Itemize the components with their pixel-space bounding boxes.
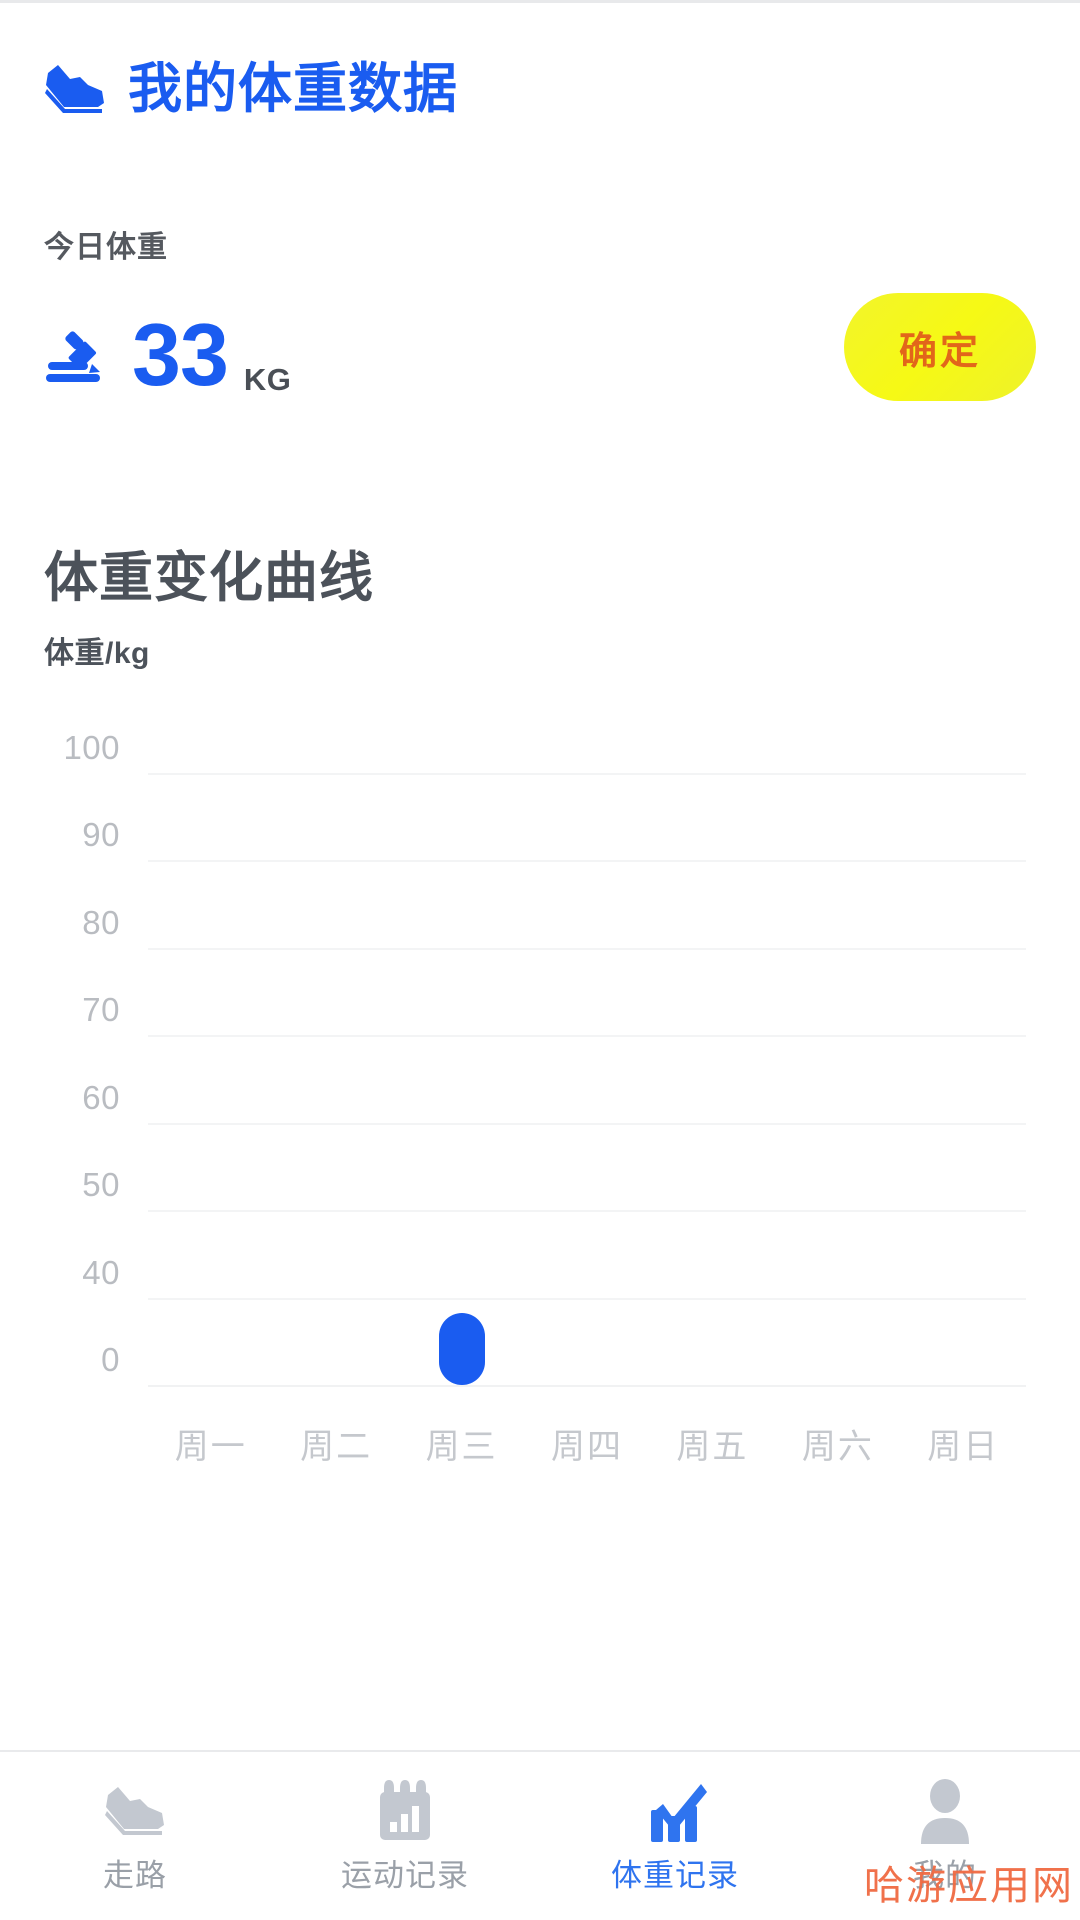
chart-y-tick-label: 60 [82,1078,120,1116]
weight-value: 33 [132,305,229,404]
person-icon [917,1776,973,1846]
chart-gridline [148,1385,1026,1387]
chart-title: 体重变化曲线 [44,548,374,608]
chart-y-tick-label: 100 [63,729,120,766]
chart-x-tick-label: 周五 [676,1428,749,1466]
page-header: 我的体重数据 [44,62,458,116]
chart-gridline [148,860,1026,863]
chart-x-tick-label: 周六 [801,1428,874,1466]
tab-label: 运动记录 [341,1858,469,1893]
chart-x-tick-label: 周二 [300,1428,373,1466]
chart-plot-area: 100 90 80 70 60 50 40 0 [63,731,1026,1387]
today-weight-label: 今日体重 [44,231,168,264]
chart-y-tick-label: 50 [82,1166,120,1204]
clipboard-chart-icon [374,1776,436,1846]
chart-x-tick-label: 周一 [174,1428,247,1466]
tab-label: 体重记录 [611,1858,739,1893]
tab-3[interactable]: 体重记录 [540,1752,810,1920]
chart-y-tick-label: 0 [101,1341,120,1378]
chart-y-axis-name: 体重/kg [44,637,150,670]
chart-gridline [148,1035,1026,1038]
chart-gridline [148,1297,1026,1300]
watermark: 哈游应用网 [864,1863,1074,1908]
chart-gridline [148,947,1026,950]
shoe-icon [44,63,106,115]
chart-gridline [148,1210,1026,1213]
today-weight-row: 33 KG 确定 [44,293,1036,410]
chart-y-tick-label: 80 [82,903,120,941]
weight-unit: KG [243,362,292,397]
chart-y-tick-label: 40 [82,1253,120,1291]
chart-x-tick-label: 周日 [927,1428,1000,1466]
chart-y-tick-label: 70 [82,991,120,1029]
chart-data-point[interactable] [438,1312,485,1385]
tab-2[interactable]: 运动记录 [270,1752,540,1920]
top-divider [0,0,1080,3]
tab-label: 走路 [103,1858,167,1893]
chart-gridline [148,773,1026,775]
chart-y-tick-label: 90 [82,816,120,854]
page-title: 我的体重数据 [128,59,458,119]
shoe-icon [104,1776,166,1846]
confirm-button[interactable]: 确定 [844,293,1036,401]
chart-x-axis-labels: 周一 周二 周三 周四 周五 周六 周日 [148,1430,1026,1480]
chart-gridline [148,1122,1026,1125]
chart-x-tick-label: 周三 [425,1428,498,1466]
weight-chart: 100 90 80 70 60 50 40 0 周一 周二 周三 周四 周五 周六 周日 [0,731,1080,1464]
chart-x-tick-label: 周四 [551,1428,623,1466]
tab-1[interactable]: 走路 [0,1752,270,1920]
check-bars-icon [639,1776,711,1846]
edit-pencil-icon[interactable] [44,326,106,384]
